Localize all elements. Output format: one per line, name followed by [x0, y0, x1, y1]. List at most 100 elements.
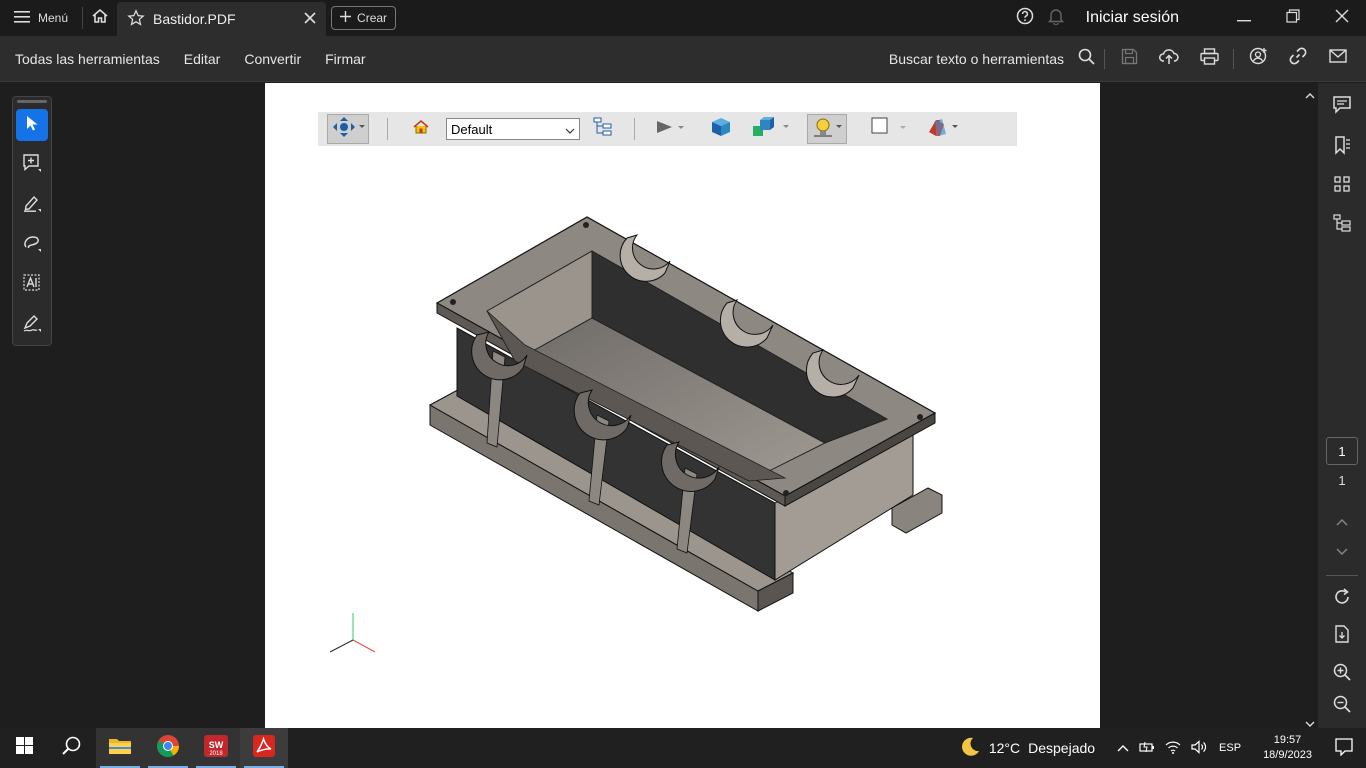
add-user-icon — [1249, 47, 1268, 71]
text-tool[interactable] — [16, 269, 48, 301]
start-button[interactable] — [0, 728, 48, 768]
title-bar: Menú Bastidor.PDF Crear Iniciar sesión — [0, 0, 1366, 36]
model-bolt-hole — [917, 414, 923, 420]
acrobat-icon — [252, 734, 276, 763]
battery-power-icon[interactable] — [1139, 741, 1155, 756]
right-side-panel: 1 1 — [1318, 83, 1366, 728]
clock-date: 18/9/2023 — [1263, 749, 1312, 761]
help-icon[interactable] — [1016, 7, 1034, 30]
page-scroll-icon — [1334, 624, 1350, 648]
home-icon — [91, 8, 109, 29]
divider — [1104, 48, 1105, 69]
toolbar-all-tools[interactable]: Todas las herramientas — [0, 51, 172, 67]
select-tool[interactable] — [16, 109, 48, 141]
grid-icon — [1334, 175, 1350, 197]
zoom-out-button[interactable] — [1330, 694, 1354, 718]
zoom-in-icon — [1333, 663, 1351, 686]
solidworks-app[interactable]: SW 2018 — [192, 728, 240, 768]
drag-handle[interactable] — [17, 100, 47, 103]
show-hidden-icons[interactable] — [1117, 741, 1129, 755]
3d-model-viewport[interactable] — [265, 83, 1100, 728]
folder-icon — [108, 736, 132, 761]
search-tools-label[interactable]: Buscar texto o herramientas — [889, 51, 1064, 67]
title-bar-right: Iniciar sesión — [1016, 0, 1366, 36]
printer-icon — [1199, 47, 1219, 70]
bookmarks-panel-button[interactable] — [1330, 135, 1354, 159]
current-page-input[interactable]: 1 — [1326, 437, 1358, 465]
email-button[interactable] — [1318, 36, 1358, 82]
highlighter-icon — [22, 193, 42, 218]
print-button[interactable] — [1189, 36, 1229, 82]
upload-cloud-button[interactable] — [1149, 36, 1189, 82]
toolbar-convert[interactable]: Convertir — [232, 51, 313, 67]
chevron-down-icon — [1336, 543, 1348, 561]
comment-icon — [1332, 95, 1352, 120]
link-icon — [1289, 47, 1307, 70]
layers-panel-button[interactable] — [1330, 213, 1354, 237]
pen-sign-icon — [22, 313, 42, 338]
bell-icon[interactable] — [1047, 7, 1064, 30]
notifications-button[interactable] — [1322, 728, 1366, 768]
clock[interactable]: 19:57 18/9/2023 — [1263, 733, 1312, 763]
create-button[interactable]: Crear — [331, 6, 397, 30]
draw-tool[interactable] — [16, 229, 48, 261]
save-icon — [1121, 48, 1138, 70]
add-comment-tool[interactable] — [16, 149, 48, 181]
create-label: Crear — [357, 11, 388, 25]
toolbar-edit[interactable]: Editar — [172, 51, 233, 67]
vertical-scrollbar[interactable] — [1302, 83, 1318, 728]
chrome-icon — [156, 734, 180, 763]
svg-text:2018: 2018 — [209, 751, 223, 757]
notification-icon — [1335, 737, 1353, 759]
text-box-icon — [22, 273, 42, 298]
language-indicator[interactable]: ESP — [1219, 742, 1241, 754]
chrome-app[interactable] — [144, 728, 192, 768]
volume-icon[interactable] — [1191, 739, 1207, 757]
chevron-up-icon — [1336, 513, 1348, 531]
scroll-up-icon[interactable] — [1305, 87, 1315, 105]
close-window-button[interactable] — [1317, 0, 1366, 36]
comment-add-icon — [22, 153, 42, 178]
highlight-tool[interactable] — [16, 189, 48, 221]
close-tab-icon[interactable] — [304, 11, 316, 27]
acrobat-app[interactable] — [240, 728, 288, 768]
document-tab[interactable]: Bastidor.PDF — [117, 2, 327, 36]
zoom-in-button[interactable] — [1330, 662, 1354, 686]
next-page-button[interactable] — [1330, 540, 1354, 564]
weather-widget[interactable]: 12°C Despejado — [959, 736, 1095, 761]
rotate-view-button[interactable] — [1330, 587, 1354, 611]
menu-button[interactable]: Menú — [0, 0, 82, 36]
scroll-mode-button[interactable] — [1330, 624, 1354, 648]
search-taskbar-button[interactable] — [48, 728, 96, 768]
rotate-icon — [1333, 587, 1351, 611]
axis-z-line — [329, 639, 354, 653]
windows-logo-icon — [15, 737, 33, 759]
toolbar-right: Buscar texto o herramientas — [889, 36, 1366, 82]
sign-tool[interactable] — [16, 309, 48, 341]
tree-structure-icon — [1333, 213, 1351, 237]
weather-temperature: 12°C — [988, 740, 1021, 756]
thumbnails-panel-button[interactable] — [1330, 174, 1354, 198]
minimize-button[interactable] — [1219, 0, 1268, 36]
share-user-button[interactable] — [1238, 36, 1278, 82]
divider — [1326, 575, 1358, 576]
search-button[interactable] — [1072, 36, 1100, 82]
comments-panel-button[interactable] — [1330, 95, 1354, 119]
save-button[interactable] — [1109, 36, 1149, 82]
copy-link-button[interactable] — [1278, 36, 1318, 82]
tab-title: Bastidor.PDF — [153, 11, 236, 27]
home-button[interactable] — [83, 0, 117, 36]
file-explorer-app[interactable] — [96, 728, 144, 768]
wifi-icon[interactable] — [1165, 740, 1181, 757]
sign-in-button[interactable]: Iniciar sesión — [1086, 9, 1179, 27]
moon-icon — [959, 736, 981, 761]
toolbar-sign[interactable]: Firmar — [313, 51, 377, 67]
axis-x-line — [352, 639, 376, 653]
search-icon — [1078, 48, 1095, 70]
main-toolbar: Todas las herramientas Editar Convertir … — [0, 36, 1366, 82]
search-icon — [62, 736, 82, 761]
star-icon[interactable] — [127, 8, 145, 30]
restore-icon — [1285, 8, 1300, 28]
previous-page-button[interactable] — [1330, 510, 1354, 534]
restore-button[interactable] — [1268, 0, 1317, 36]
